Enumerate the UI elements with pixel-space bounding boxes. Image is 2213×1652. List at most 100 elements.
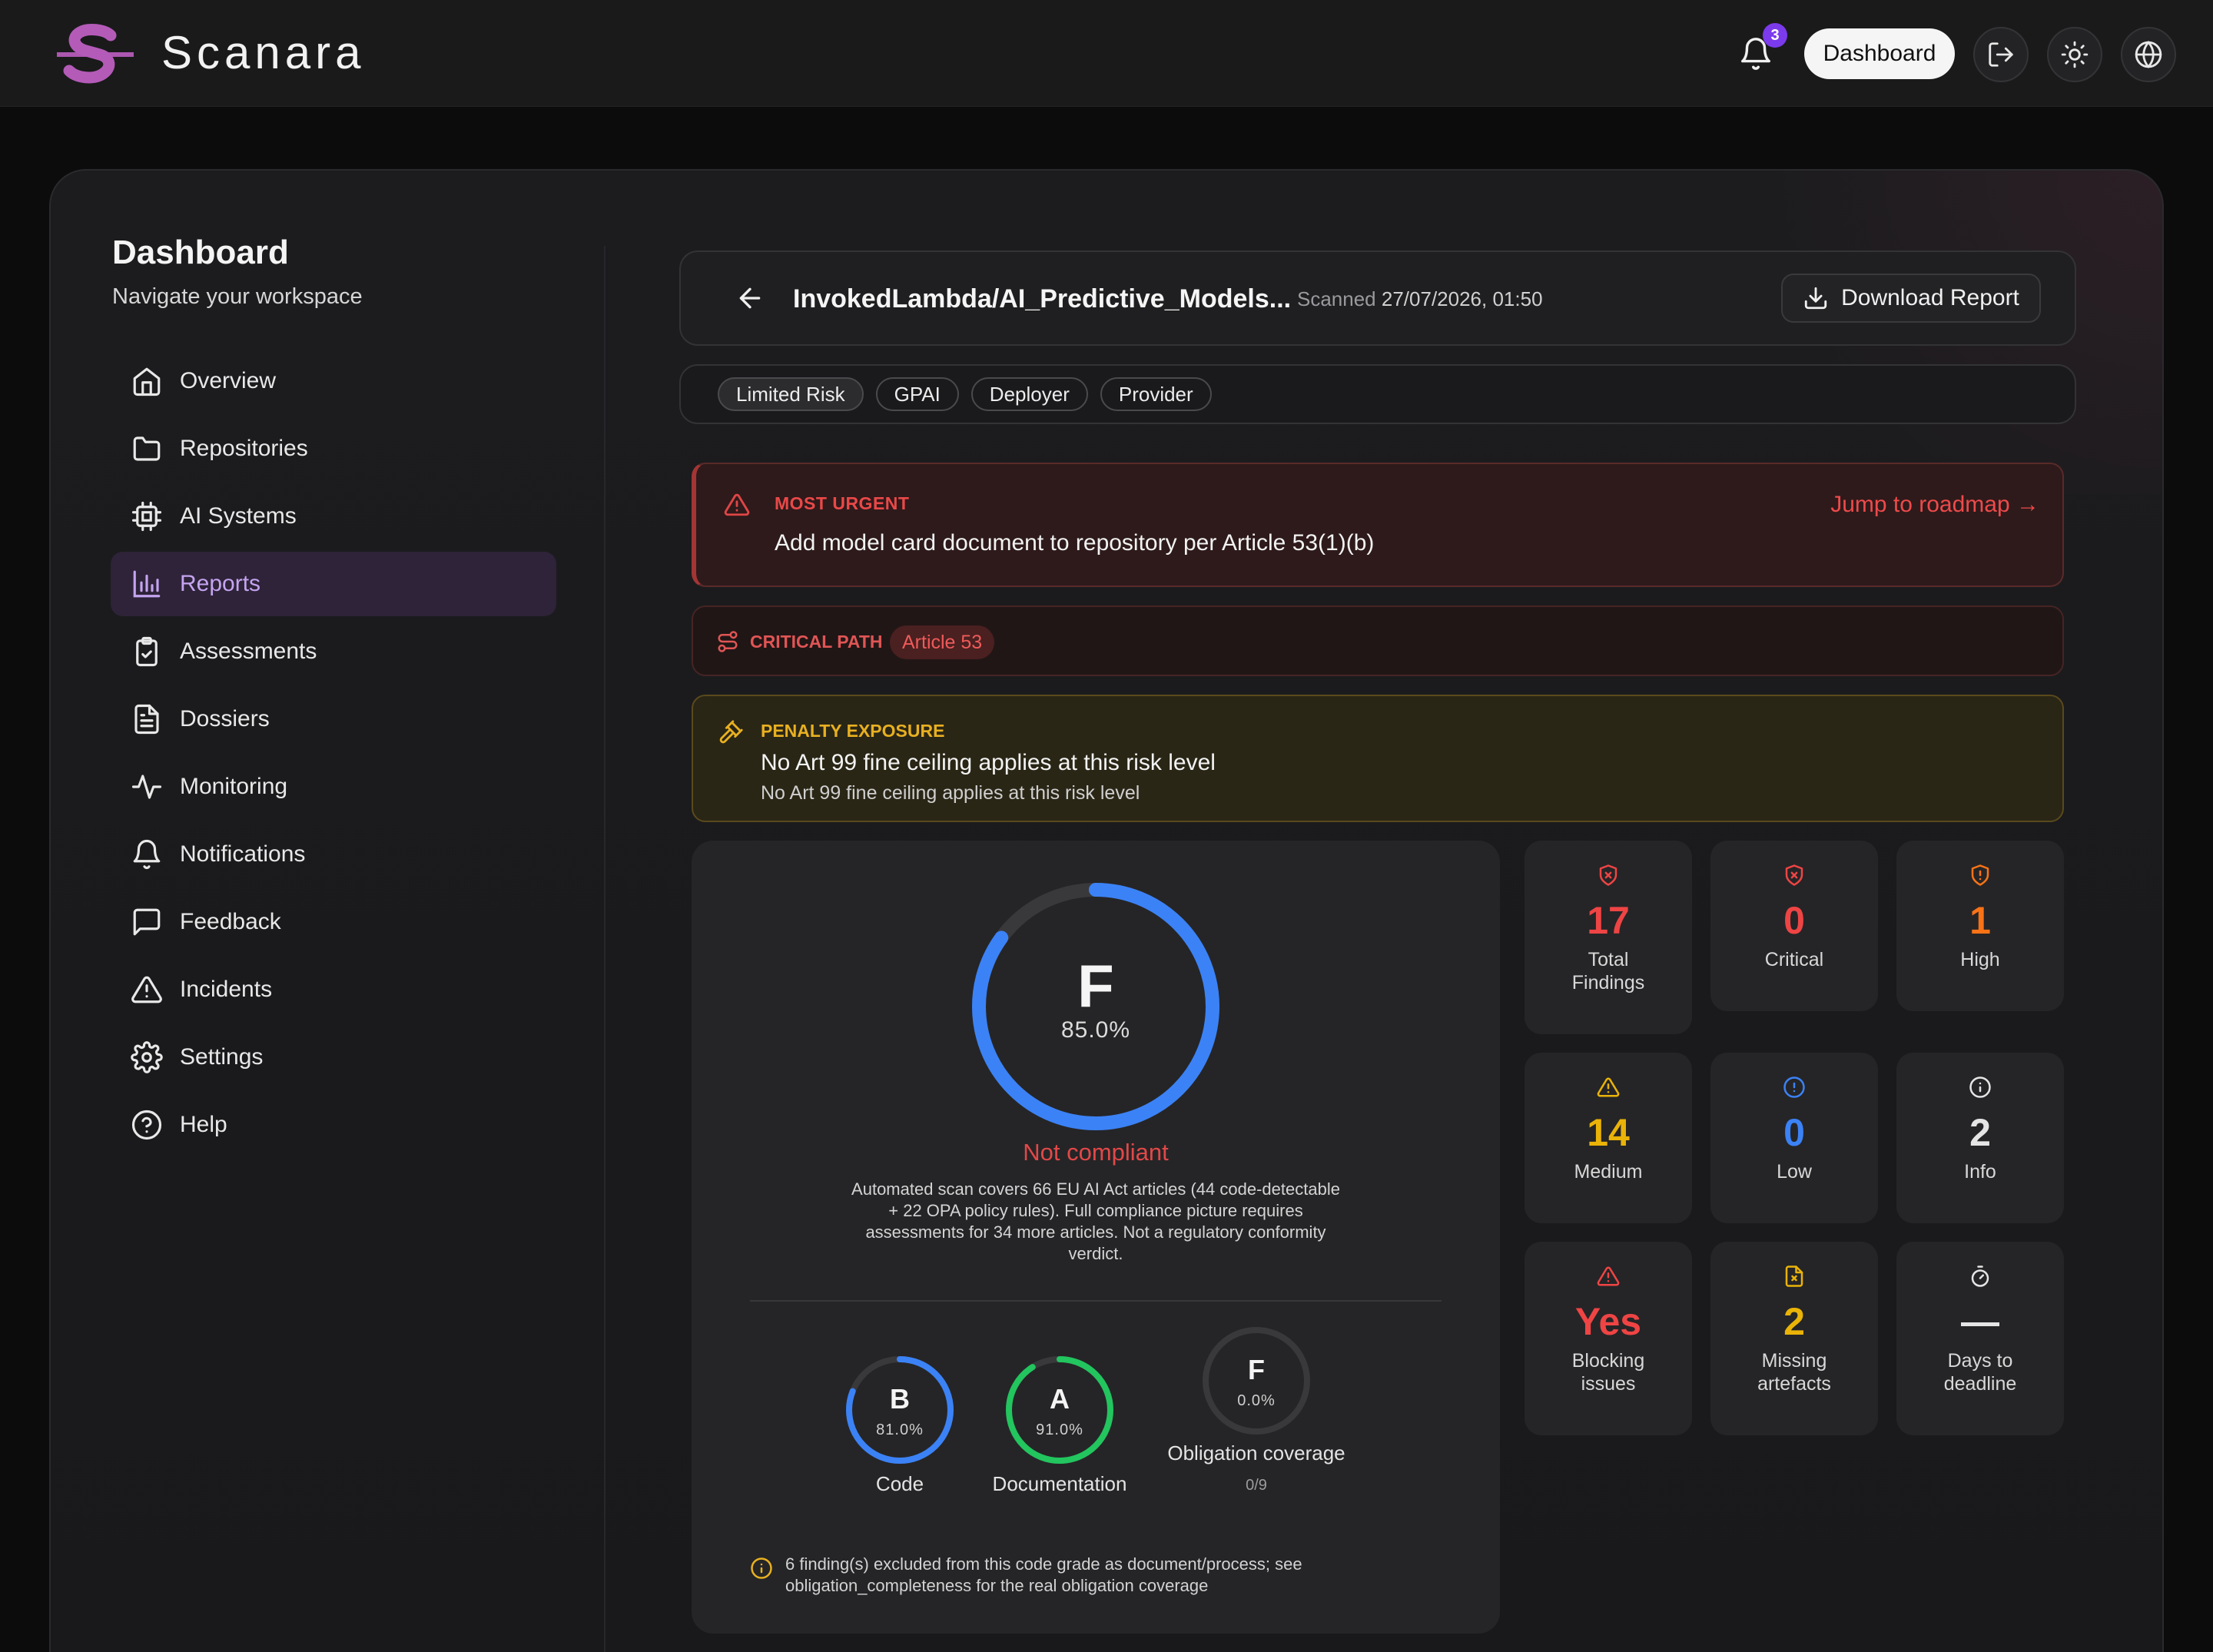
- help-circle-icon: [131, 1110, 162, 1140]
- sidebar-item-notifications[interactable]: Notifications: [111, 822, 556, 887]
- stat-label: Critical: [1764, 949, 1824, 970]
- most-urgent-banner: MOST URGENT Add model card document to r…: [692, 463, 2064, 587]
- shield-x-icon: [1599, 864, 1617, 886]
- sidebar-item-settings[interactable]: Settings: [111, 1025, 556, 1090]
- dashboard-button[interactable]: Dashboard: [1804, 28, 1955, 79]
- back-arrow-icon[interactable]: [735, 283, 765, 313]
- most-urgent-text: Add model card document to repository pe…: [775, 530, 1375, 556]
- stat-days-to-deadline[interactable]: — Days to deadline: [1896, 1242, 2064, 1435]
- stat-info[interactable]: 2 Info: [1896, 1053, 2064, 1223]
- obligation-coverage-count: 0/9: [1246, 1477, 1267, 1494]
- sidebar-item-ai-systems[interactable]: AI Systems: [111, 484, 556, 549]
- stat-missing-artefacts[interactable]: 2 Missing artefacts: [1710, 1242, 1878, 1435]
- documentation-grade: A: [1050, 1383, 1070, 1415]
- tag-deployer: Deployer: [970, 377, 1088, 411]
- scanara-logo-icon[interactable]: [57, 23, 134, 88]
- obligation-coverage-ring: F 0.0%: [1200, 1325, 1312, 1437]
- stat-value: 0: [1783, 1111, 1805, 1154]
- home-icon: [133, 367, 161, 396]
- alert-triangle-icon: [1597, 1266, 1620, 1286]
- sidebar-item-dossiers[interactable]: Dossiers: [111, 687, 556, 751]
- clipboard-check-icon: [136, 636, 158, 667]
- sidebar-title: Dashboard: [112, 234, 289, 271]
- stat-medium[interactable]: 14 Medium: [1525, 1053, 1692, 1223]
- info-icon: [1969, 1076, 1991, 1098]
- stat-label: Blocking issues: [1571, 1350, 1645, 1395]
- scanned-timestamp: Scanned 27/07/2026, 01:50: [1297, 287, 1543, 311]
- tag-provider: Provider: [1100, 377, 1212, 411]
- warning-icon: [724, 493, 750, 516]
- logout-icon: [1989, 42, 2013, 67]
- stat-label: Missing artefacts: [1757, 1350, 1831, 1395]
- sidebar-item-label: Settings: [180, 1044, 264, 1070]
- stat-label: Info: [1964, 1161, 1996, 1183]
- sidebar-item-label: Assessments: [180, 639, 317, 664]
- sidebar-item-incidents[interactable]: Incidents: [111, 957, 556, 1022]
- shield-alert-icon: [1971, 864, 1989, 886]
- stat-value: 2: [1783, 1300, 1805, 1343]
- stat-value: 14: [1587, 1111, 1630, 1154]
- sidebar-item-assessments[interactable]: Assessments: [111, 619, 556, 684]
- info-circle-icon: [751, 1557, 772, 1579]
- file-text-icon: [134, 704, 159, 735]
- download-icon: [1804, 287, 1827, 310]
- sun-icon: [2061, 41, 2089, 68]
- stat-high[interactable]: 1 High: [1896, 841, 2064, 1011]
- documentation-score-ring: A 91.0%: [1004, 1354, 1116, 1466]
- sidebar-item-repositories[interactable]: Repositories: [111, 416, 556, 481]
- critical-path-banner: CRITICAL PATH Article 53: [692, 605, 2064, 676]
- scanned-date: 27/07/2026, 01:50: [1381, 287, 1543, 310]
- notification-count-badge: 3: [1763, 23, 1787, 48]
- stat-blocking-issues[interactable]: Yes Blocking issues: [1525, 1242, 1692, 1435]
- sidebar-item-label: Notifications: [180, 841, 306, 867]
- code-score-ring: B 81.0%: [844, 1354, 956, 1466]
- stat-critical[interactable]: 0 Critical: [1710, 841, 1878, 1011]
- critical-path-article[interactable]: Article 53: [890, 625, 995, 659]
- sidebar-item-label: Reports: [180, 571, 261, 596]
- theme-toggle-button[interactable]: [2047, 27, 2102, 82]
- scan-coverage-description: Automated scan covers 66 EU AI Act artic…: [851, 1179, 1340, 1263]
- penalty-exposure-label: PENALTY EXPOSURE: [761, 721, 945, 741]
- sidebar-item-label: Overview: [180, 368, 277, 393]
- top-bar: Scanara 3 Dashboard: [0, 0, 2213, 107]
- alert-circle-icon: [1783, 1076, 1805, 1098]
- tag-gpai: GPAI: [875, 377, 959, 411]
- scanned-label: Scanned: [1297, 287, 1376, 310]
- stat-value: 17: [1587, 899, 1630, 942]
- stat-low[interactable]: 0 Low: [1710, 1053, 1878, 1223]
- sidebar-item-overview[interactable]: Overview: [111, 349, 556, 413]
- cpu-icon: [131, 501, 162, 532]
- report-header: InvokedLambda/AI_Predictive_Models... Sc…: [679, 250, 2076, 346]
- jump-to-roadmap-link[interactable]: Jump to roadmap →: [1830, 492, 2039, 518]
- penalty-exposure-banner: PENALTY EXPOSURE No Art 99 fine ceiling …: [692, 695, 2064, 822]
- sidebar-item-reports[interactable]: Reports: [111, 552, 556, 616]
- gear-icon: [131, 1041, 163, 1073]
- stat-label: High: [1960, 949, 2000, 970]
- stat-label: Days to deadline: [1943, 1350, 2017, 1395]
- download-report-button[interactable]: Download Report: [1781, 274, 2041, 323]
- compliance-verdict: Not compliant: [1023, 1139, 1169, 1166]
- stat-total-findings[interactable]: 17 Total Findings: [1525, 841, 1692, 1034]
- stat-value: 2: [1969, 1111, 1991, 1154]
- compliance-score-panel: F 85.0% Not compliant Automated scan cov…: [692, 841, 1500, 1634]
- sidebar-divider: [604, 246, 606, 1652]
- activity-icon: [131, 775, 162, 799]
- penalty-exposure-title: No Art 99 fine ceiling applies at this r…: [761, 750, 1216, 775]
- language-button[interactable]: [2121, 27, 2176, 82]
- file-x-icon: [1785, 1266, 1803, 1287]
- documentation-percent: 91.0%: [1036, 1421, 1083, 1438]
- route-icon: [718, 631, 738, 652]
- sidebar-item-monitoring[interactable]: Monitoring: [111, 755, 556, 819]
- overall-grade: F: [1077, 952, 1114, 1020]
- logout-button[interactable]: [1973, 27, 2029, 82]
- sidebar-item-label: Repositories: [180, 436, 308, 461]
- sidebar-item-label: Feedback: [180, 909, 281, 934]
- repo-name: InvokedLambda/AI_Predictive_Models...: [793, 284, 1292, 313]
- sidebar-item-help[interactable]: Help: [111, 1093, 556, 1157]
- sidebar-item-feedback[interactable]: Feedback: [111, 890, 556, 954]
- gavel-icon: [719, 720, 743, 744]
- download-report-label: Download Report: [1841, 285, 2019, 310]
- message-square-icon: [133, 908, 161, 936]
- sidebar-subtitle: Navigate your workspace: [112, 284, 363, 309]
- stat-label: Low: [1777, 1161, 1812, 1183]
